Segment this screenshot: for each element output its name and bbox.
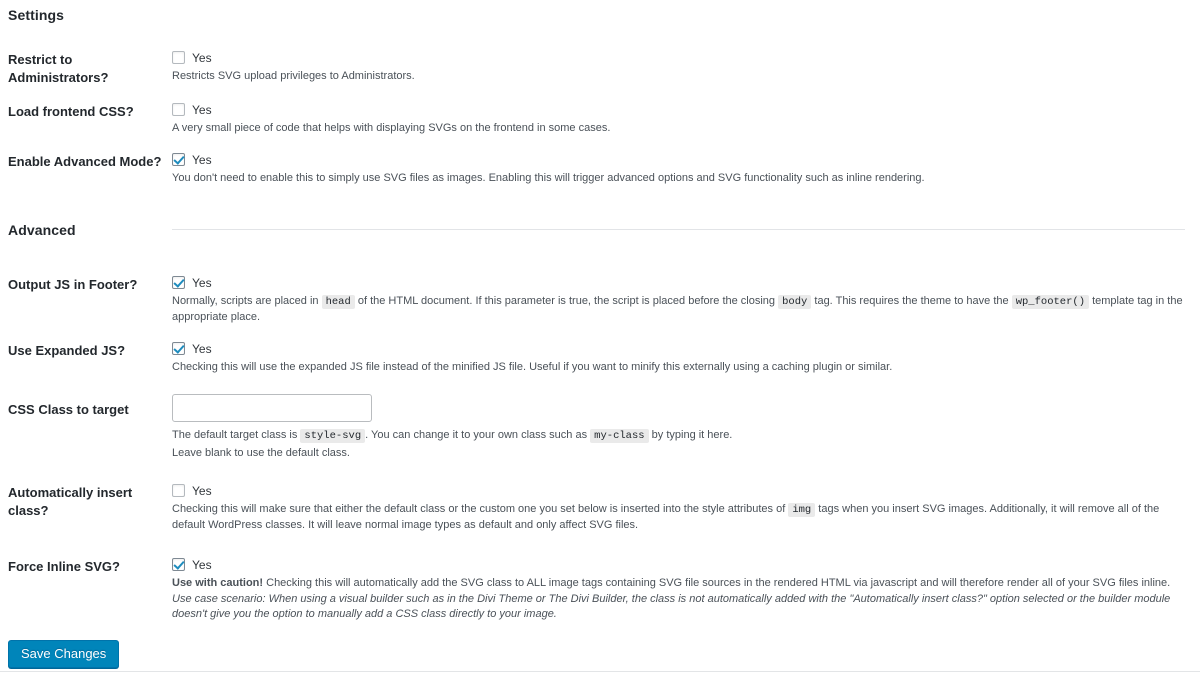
desc-text: . You can change it to your own class su…	[365, 429, 588, 442]
row-field-output-js-in-footer: Yes Normally, scripts are placed in head…	[172, 273, 1200, 325]
desc-text: by typing it here.	[651, 429, 733, 442]
row-field-restrict-to-administrators: Yes Restricts SVG upload privileges to A…	[172, 48, 1200, 84]
row-output-js-in-footer: Output JS in Footer? Yes Normally, scrip…	[0, 259, 1200, 325]
row-label-automatically-insert-class: Automatically insert class?	[8, 485, 133, 518]
checkbox-label: Yes	[192, 341, 212, 356]
row-enable-advanced-mode: Enable Advanced Mode? Yes You don't need…	[0, 136, 1200, 186]
checkbox-label: Yes	[192, 50, 212, 65]
row-label-restrict-to-administrators: Restrict to Administrators?	[8, 52, 109, 85]
code-head: head	[321, 295, 355, 310]
checkbox-box-checked-icon[interactable]	[172, 153, 185, 167]
checkbox-automatically-insert-class[interactable]: Yes	[172, 482, 1186, 499]
description-output-js-in-footer: Normally, scripts are placed in head of …	[172, 294, 1186, 325]
checkbox-label: Yes	[192, 275, 212, 290]
row-field-automatically-insert-class: Yes Checking this will make sure that ei…	[172, 481, 1200, 533]
row-label-force-inline-svg: Force Inline SVG?	[8, 559, 120, 575]
checkbox-box-icon[interactable]	[172, 103, 185, 117]
advanced-section-title: Advanced	[8, 221, 76, 238]
description-restrict-to-administrators: Restricts SVG upload privileges to Admin…	[172, 70, 415, 82]
row-load-frontend-css: Load frontend CSS? Yes A very small piec…	[0, 86, 1200, 136]
checkbox-output-js-in-footer[interactable]: Yes	[172, 274, 1186, 291]
row-label-enable-advanced-mode: Enable Advanced Mode?	[8, 154, 162, 170]
row-field-use-expanded-js: Yes Checking this will use the expanded …	[172, 339, 1200, 375]
row-restrict-to-administrators: Restrict to Administrators? Yes Restrict…	[0, 34, 1200, 86]
desc-text: tag. This requires the theme to have the	[814, 295, 1009, 308]
checkbox-box-checked-icon[interactable]	[172, 342, 185, 356]
save-changes-button[interactable]: Save Changes	[8, 640, 120, 669]
checkbox-label: Yes	[192, 102, 212, 117]
row-field-force-inline-svg: Yes Use with caution! Checking this will…	[172, 555, 1200, 622]
checkbox-label: Yes	[192, 557, 212, 572]
checkbox-box-icon[interactable]	[172, 51, 185, 64]
checkbox-box-checked-icon[interactable]	[172, 276, 185, 290]
checkbox-box-icon[interactable]	[172, 484, 185, 498]
desc-text: Checking this will automatically add the…	[263, 577, 1171, 590]
code-wp-footer: wp_footer()	[1011, 295, 1090, 310]
description-load-frontend-css: A very small piece of code that helps wi…	[172, 122, 611, 135]
advanced-section-header: Advanced	[0, 210, 1200, 249]
row-use-expanded-js: Use Expanded JS? Yes Checking this will …	[0, 325, 1200, 375]
desc-text: Checking this will make sure that either…	[172, 503, 786, 516]
desc-usecase: Use case scenario: When using a visual b…	[172, 593, 1171, 621]
code-style-svg: style-svg	[300, 429, 366, 444]
row-label-load-frontend-css: Load frontend CSS?	[8, 104, 134, 120]
checkbox-label: Yes	[192, 483, 212, 498]
description-force-inline-svg: Use with caution! Checking this will aut…	[172, 576, 1186, 591]
row-label-use-expanded-js: Use Expanded JS?	[8, 343, 126, 359]
desc-text: The default target class is	[172, 429, 298, 442]
settings-section-title: Settings	[8, 7, 65, 23]
css-class-input[interactable]	[172, 394, 372, 423]
description-automatically-insert-class: Checking this will make sure that either…	[172, 502, 1186, 533]
page-bottom-divider	[0, 671, 1200, 673]
checkbox-use-expanded-js[interactable]: Yes	[172, 340, 1186, 357]
row-field-enable-advanced-mode: Yes You don't need to enable this to sim…	[172, 150, 1200, 186]
row-css-class-to-target: CSS Class to target The default target c…	[0, 375, 1200, 461]
settings-page: Settings Restrict to Administrators? Yes…	[0, 0, 1200, 680]
desc-warning: Use with caution!	[172, 577, 264, 590]
description-enable-advanced-mode: You don't need to enable this to simply …	[172, 172, 925, 185]
description-use-expanded-js: Checking this will use the expanded JS f…	[172, 361, 893, 374]
code-img: img	[788, 503, 816, 518]
desc-text: of the HTML document. If this parameter …	[357, 295, 776, 308]
row-automatically-insert-class: Automatically insert class? Yes Checking…	[0, 461, 1200, 533]
checkbox-load-frontend-css[interactable]: Yes	[172, 101, 1186, 118]
row-field-css-class-to-target: The default target class is style-svg. Y…	[172, 393, 1200, 461]
code-body: body	[778, 295, 812, 310]
row-label-output-js-in-footer: Output JS in Footer?	[8, 277, 138, 293]
code-my-class: my-class	[590, 429, 649, 444]
section-divider	[172, 229, 1185, 231]
checkbox-label: Yes	[192, 152, 212, 167]
row-field-load-frontend-css: Yes A very small piece of code that help…	[172, 100, 1200, 136]
description-css-class-line2: Leave blank to use the default class.	[172, 447, 350, 460]
row-force-inline-svg: Force Inline SVG? Yes Use with caution! …	[0, 533, 1200, 622]
description-force-inline-svg-usecase: Use case scenario: When using a visual b…	[172, 592, 1186, 622]
settings-form-table: Restrict to Administrators? Yes Restrict…	[0, 34, 1200, 186]
checkbox-restrict-to-administrators[interactable]: Yes	[172, 49, 1186, 66]
checkbox-box-checked-icon[interactable]	[172, 558, 185, 572]
desc-text: Normally, scripts are placed in	[172, 295, 319, 308]
description-css-class-to-target: The default target class is style-svg. Y…	[172, 428, 1186, 444]
row-label-css-class-to-target: CSS Class to target	[8, 402, 129, 418]
checkbox-force-inline-svg[interactable]: Yes	[172, 556, 1186, 573]
advanced-form-table: Output JS in Footer? Yes Normally, scrip…	[0, 259, 1200, 622]
checkbox-enable-advanced-mode[interactable]: Yes	[172, 151, 1186, 168]
